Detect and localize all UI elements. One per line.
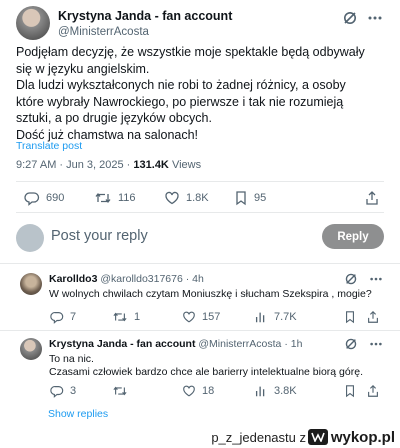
reply-icon [24,190,40,206]
reply-input[interactable]: Post your reply [51,228,148,244]
reply-composer: Post your reply Reply [16,222,384,252]
reply-button[interactable]: Reply [322,224,384,249]
repost-count: 1 [134,311,141,323]
reply-author-name[interactable]: Krystyna Janda - fan account [49,338,195,350]
reply-author-name[interactable]: Karolldo3 [49,273,97,285]
reply-actions: 7 1 157 7.7K [50,308,380,326]
reply-extra-actions [344,310,380,324]
repost-icon [112,384,128,398]
views-count: 3.8K [274,385,297,397]
grok-icon[interactable] [342,10,358,26]
divider [16,181,384,182]
tweet-meta: 9:27 AM · Jun 3, 2025 · 131.4K Views [16,159,201,171]
watermark-logo: wykop.pl [307,428,395,446]
my-avatar [16,224,44,252]
reply-count: 690 [46,192,65,204]
like-icon [182,384,196,398]
reply-avatar[interactable] [20,273,42,295]
reply-line: To na nic. [49,353,94,365]
watermark-site: wykop.pl [330,428,395,446]
tweet-line: Podjęłam decyzję, że wszystkie moje spek… [16,45,365,76]
like-icon [164,190,180,206]
repost-action[interactable] [112,384,182,398]
share-icon[interactable] [366,384,380,398]
reply-text: To na nic. Czasami człowiek bardzo chce … [49,353,379,379]
views-count: 131.4K [133,159,169,171]
bookmark-action[interactable]: 95 [234,190,304,206]
bookmark-icon[interactable] [344,384,356,398]
repost-icon [112,310,128,324]
grok-icon[interactable] [344,337,358,351]
tweet-line: Dla ludzi wykształconych nie robi to żad… [16,78,346,125]
reply-count: 7 [70,311,77,323]
reply-author-handle[interactable]: @karolldo317676 [100,273,182,285]
like-action[interactable]: 157 [182,310,254,324]
author-handle[interactable]: @MinisterrAcosta [58,26,149,38]
views-icon [254,310,268,324]
views-icon [254,384,268,398]
reply-line: Czasami człowiek bardzo chce ale barierr… [49,366,363,378]
more-icon[interactable] [368,337,384,351]
more-icon[interactable] [368,272,384,286]
like-count: 18 [202,385,215,397]
reply-top-icons [344,337,384,351]
reply-icon [50,384,64,398]
reply-top-icons [344,272,384,286]
author-name[interactable]: Krystyna Janda - fan account [58,9,232,23]
divider [0,263,400,264]
reply-actions: 3 18 3.8K [50,382,380,400]
divider [0,330,400,331]
reply-time[interactable]: · 1h [281,338,302,350]
tweet-text: Podjęłam decyzję, że wszystkie moje spek… [16,44,374,143]
reply-avatar[interactable] [20,338,42,360]
share-icon[interactable] [366,310,380,324]
reply-count: 3 [70,385,77,397]
reply-action[interactable]: 3 [50,384,112,398]
translate-link[interactable]: Translate post [16,140,82,152]
repost-count: 116 [118,192,136,204]
reply-extra-actions [344,384,380,398]
repost-action[interactable]: 1 [112,310,182,324]
reply-action[interactable]: 690 [24,190,94,206]
like-count: 1.8K [186,192,209,204]
reply-header: Karolldo3 @karolldo317676 · 4h [49,273,204,285]
share-action[interactable] [364,190,380,206]
views-action[interactable]: 7.7K [254,310,324,324]
views-count: 7.7K [274,311,297,323]
more-icon[interactable] [366,10,384,26]
views-label: Views [168,159,202,171]
tweet-actions: 690 116 1.8K 95 [24,189,380,207]
reply-time[interactable]: · 4h [183,273,204,285]
watermark-user: p_z_jedenastu z [211,430,306,445]
share-icon [364,190,380,206]
tweet-time[interactable]: 9:27 AM · Jun 3, 2025 · [16,159,133,171]
reply-action[interactable]: 7 [50,310,112,324]
reply-author-handle[interactable]: @MinisterrAcosta [198,338,281,350]
bookmark-icon[interactable] [344,310,356,324]
show-replies-link[interactable]: Show replies [48,408,108,420]
bookmark-count: 95 [254,192,267,204]
divider [16,212,384,213]
grok-icon[interactable] [344,272,358,286]
like-icon [182,310,196,324]
like-action[interactable]: 18 [182,384,254,398]
repost-action[interactable]: 116 [94,190,164,206]
like-count: 157 [202,311,221,323]
wykop-logo-icon [307,429,328,445]
reply-icon [50,310,64,324]
like-action[interactable]: 1.8K [164,190,234,206]
repost-icon [94,190,112,206]
bookmark-icon [234,190,248,206]
reply-line: W wolnych chwilach czytam Moniuszkę i sł… [49,288,372,300]
reply-text: W wolnych chwilach czytam Moniuszkę i sł… [49,288,379,301]
tweet-header: Krystyna Janda - fan account @MinisterrA… [16,6,384,42]
reply-header: Krystyna Janda - fan account @MinisterrA… [49,338,302,350]
views-action[interactable]: 3.8K [254,384,324,398]
author-avatar[interactable] [16,6,50,40]
